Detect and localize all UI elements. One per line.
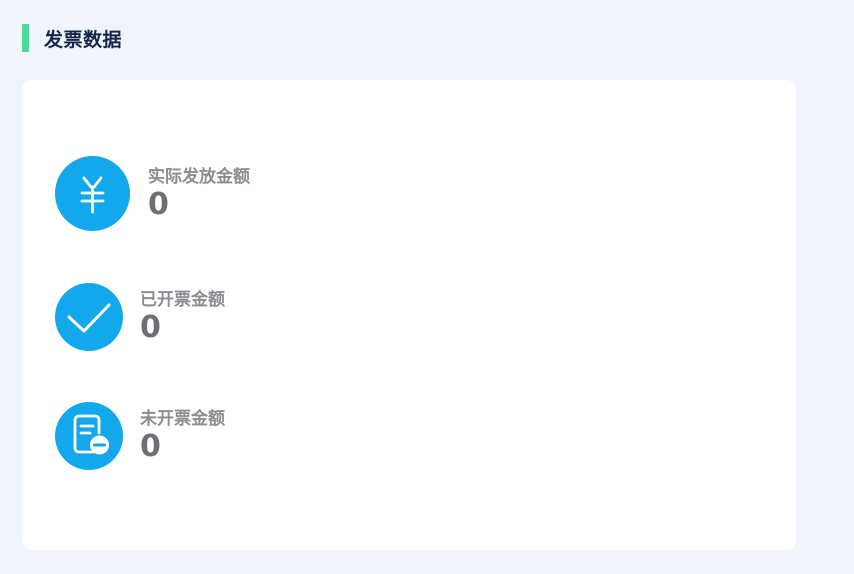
- invoice-stats-card: 实际发放金额 0 已开票金额 0 未开票金额 0: [22, 80, 796, 550]
- metric-text: 未开票金额 0: [140, 408, 225, 464]
- metric-actual-paid: 实际发放金额 0: [55, 156, 250, 231]
- yen-icon: [55, 156, 130, 231]
- metric-not-invoiced: 未开票金额 0: [55, 402, 225, 470]
- metric-label: 未开票金额: [140, 409, 225, 429]
- metric-value: 0: [140, 310, 161, 345]
- checkmark-icon: [55, 283, 123, 351]
- metric-text: 已开票金额 0: [140, 289, 225, 345]
- metric-invoiced: 已开票金额 0: [55, 283, 225, 351]
- section-title: 发票数据: [44, 28, 123, 51]
- metric-text: 实际发放金额 0: [148, 166, 250, 222]
- metric-label: 已开票金额: [140, 290, 225, 310]
- section-header: 发票数据: [22, 24, 122, 52]
- accent-bar: [22, 24, 29, 52]
- metric-value: 0: [140, 429, 161, 464]
- metric-value: 0: [148, 186, 169, 222]
- document-minus-icon: [55, 402, 123, 470]
- metric-label: 实际发放金额: [148, 166, 250, 187]
